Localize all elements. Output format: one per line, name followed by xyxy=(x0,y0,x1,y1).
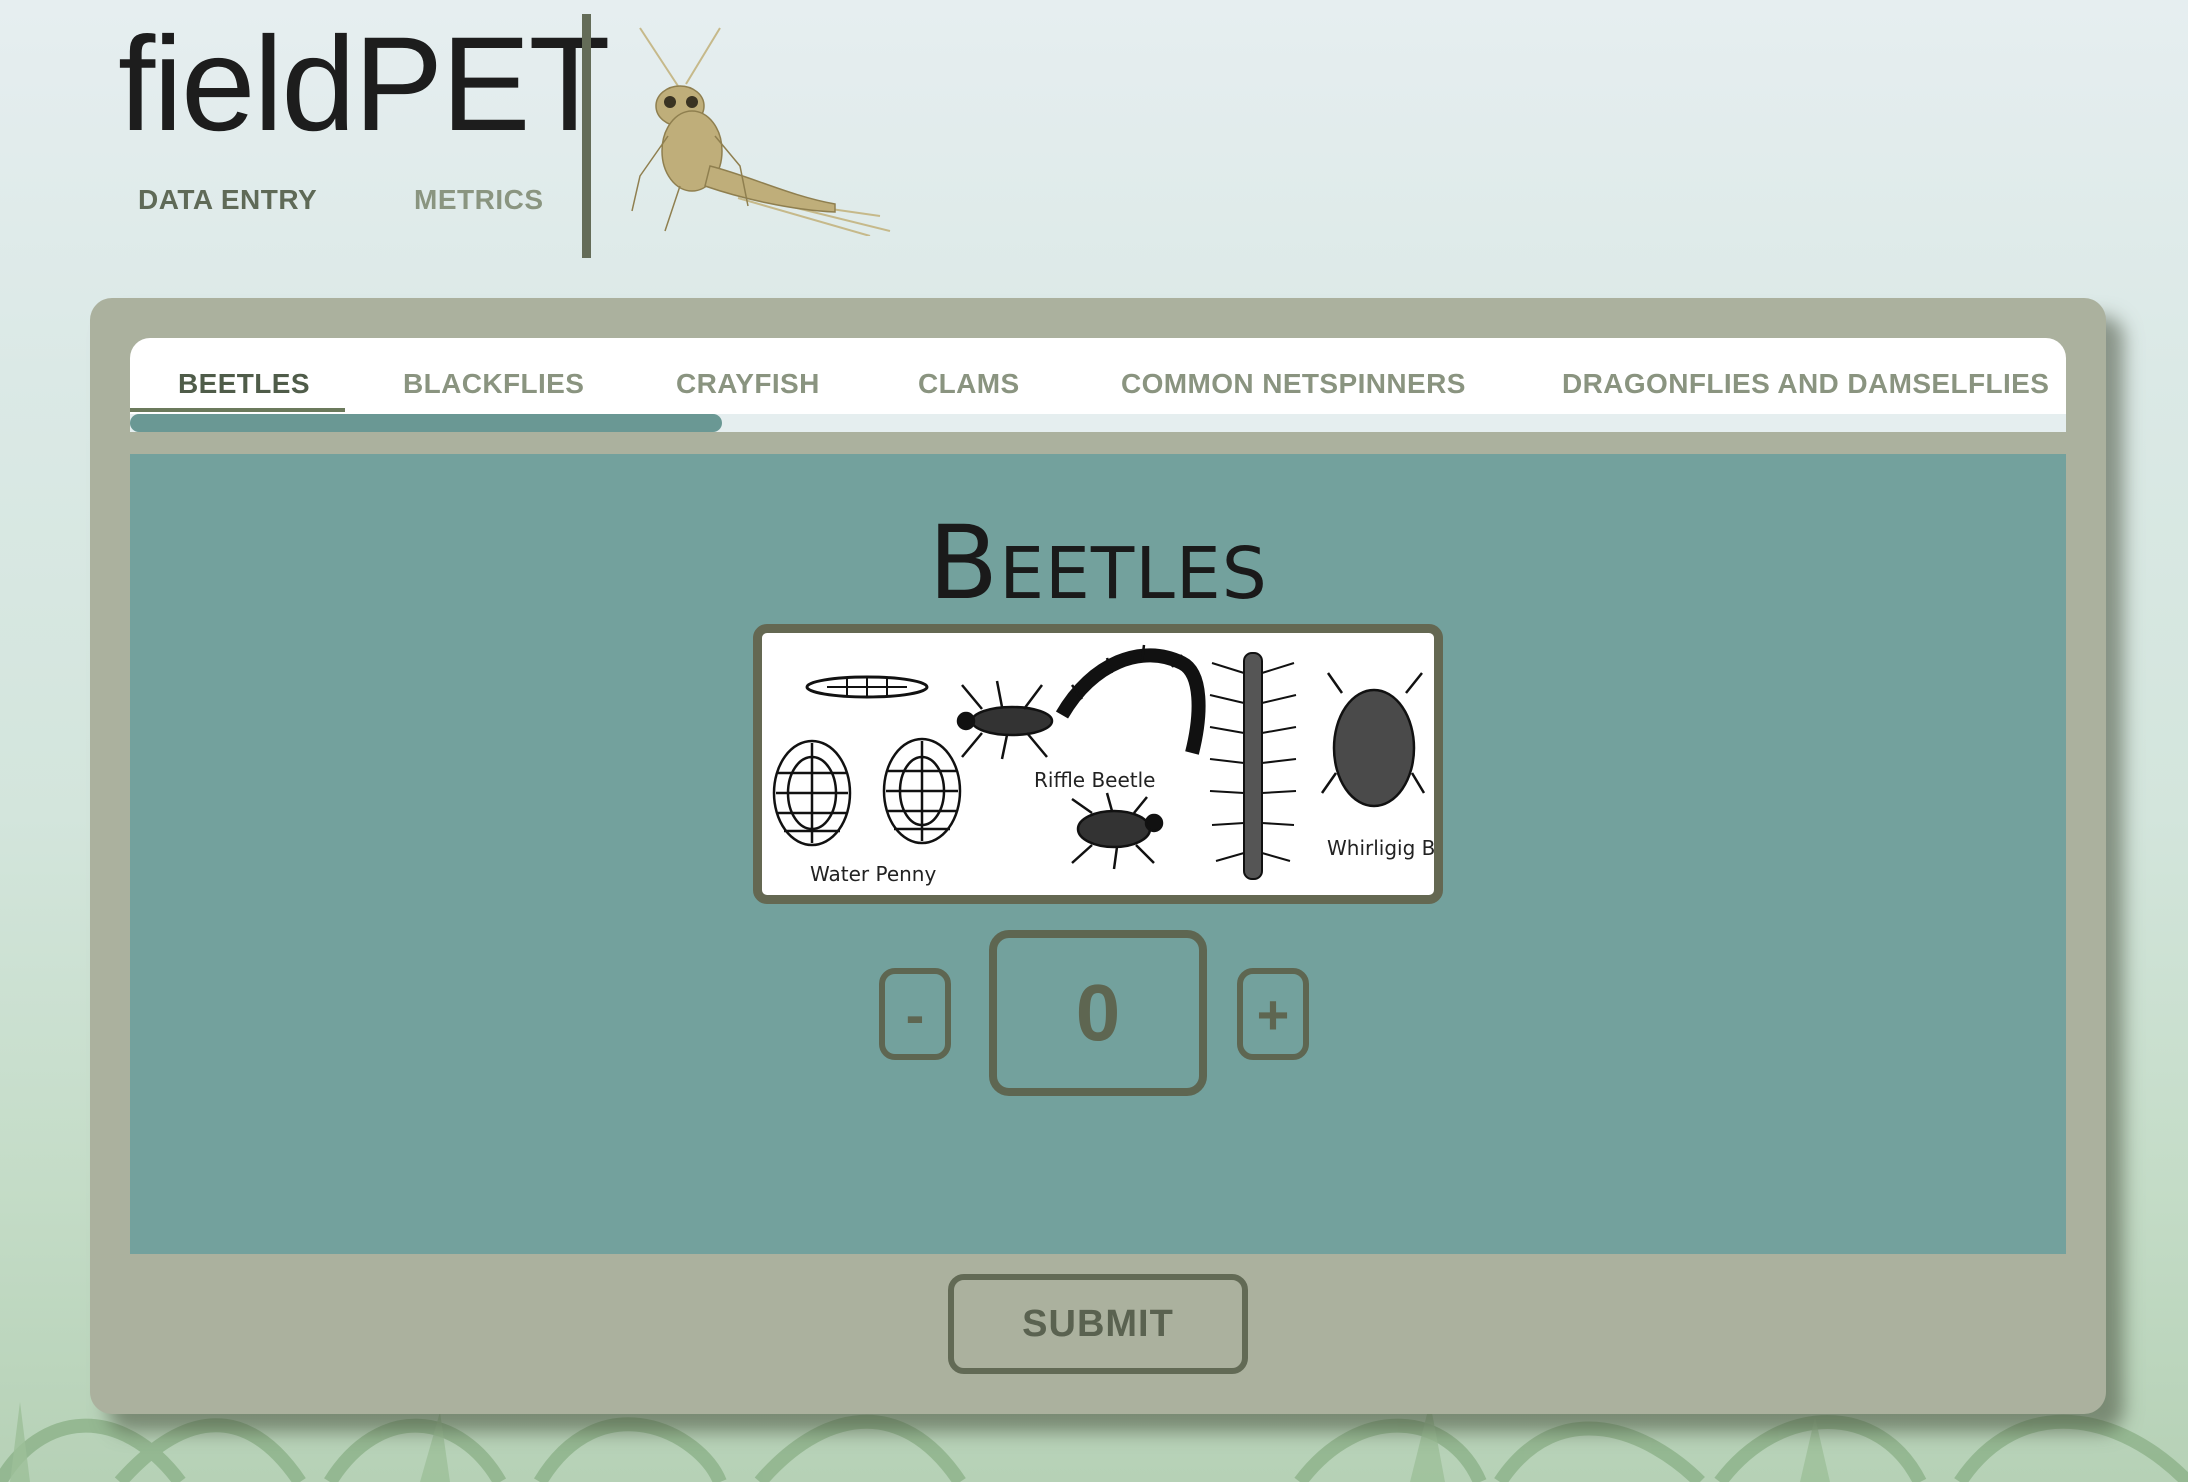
nav-metrics[interactable]: METRICS xyxy=(414,184,544,216)
beetles-illustration: Water Penny Riffle Beetle Whirligig xyxy=(753,624,1443,904)
taxon-title: Beetles xyxy=(928,504,1268,623)
data-entry-card: BEETLES BLACKFLIES CRAYFISH CLAMS COMMON… xyxy=(90,298,2106,1414)
tab-scrollbar-thumb[interactable] xyxy=(130,414,722,432)
beetle-larva-icon xyxy=(1209,652,1297,880)
mayfly-logo-icon xyxy=(631,27,891,236)
decrement-button[interactable]: - xyxy=(879,968,951,1060)
water-penny-icon xyxy=(772,737,962,847)
riffle-beetle-label: Riffle Beetle xyxy=(1034,768,1155,792)
tab-crayfish[interactable]: CRAYFISH xyxy=(676,368,820,400)
count-value[interactable]: 0 xyxy=(989,930,1207,1096)
riffle-beetle-icon xyxy=(956,644,1206,760)
nav-data-entry[interactable]: DATA ENTRY xyxy=(138,184,317,216)
tab-blackflies[interactable]: BLACKFLIES xyxy=(403,368,584,400)
active-tab-indicator xyxy=(130,408,345,412)
tab-dragonflies-and-damselflies[interactable]: DRAGONFLIES AND DAMSELFLIES xyxy=(1562,368,2049,400)
riffle-beetle-adult-icon xyxy=(1071,792,1164,870)
whirligig-beetle-icon xyxy=(1320,672,1426,808)
whirligig-beetle-label: Whirligig Beetle xyxy=(1327,836,1434,860)
submit-button[interactable]: SUBMIT xyxy=(948,1274,1248,1374)
water-penny-label: Water Penny xyxy=(810,862,936,886)
tab-clams[interactable]: CLAMS xyxy=(918,368,1020,400)
tab-beetles[interactable]: BEETLES xyxy=(178,368,310,400)
app-logo-text: fieldPET xyxy=(118,10,610,159)
header-divider xyxy=(582,14,591,258)
water-penny-larva-side-icon xyxy=(805,675,929,699)
increment-button[interactable]: + xyxy=(1237,968,1309,1060)
taxon-panel: Beetles Water Penny Riffle Beetle Whirli… xyxy=(130,454,2066,1254)
tab-common-netspinners[interactable]: COMMON NETSPINNERS xyxy=(1121,368,1466,400)
taxa-tab-bar: BEETLES BLACKFLIES CRAYFISH CLAMS COMMON… xyxy=(130,338,2066,432)
